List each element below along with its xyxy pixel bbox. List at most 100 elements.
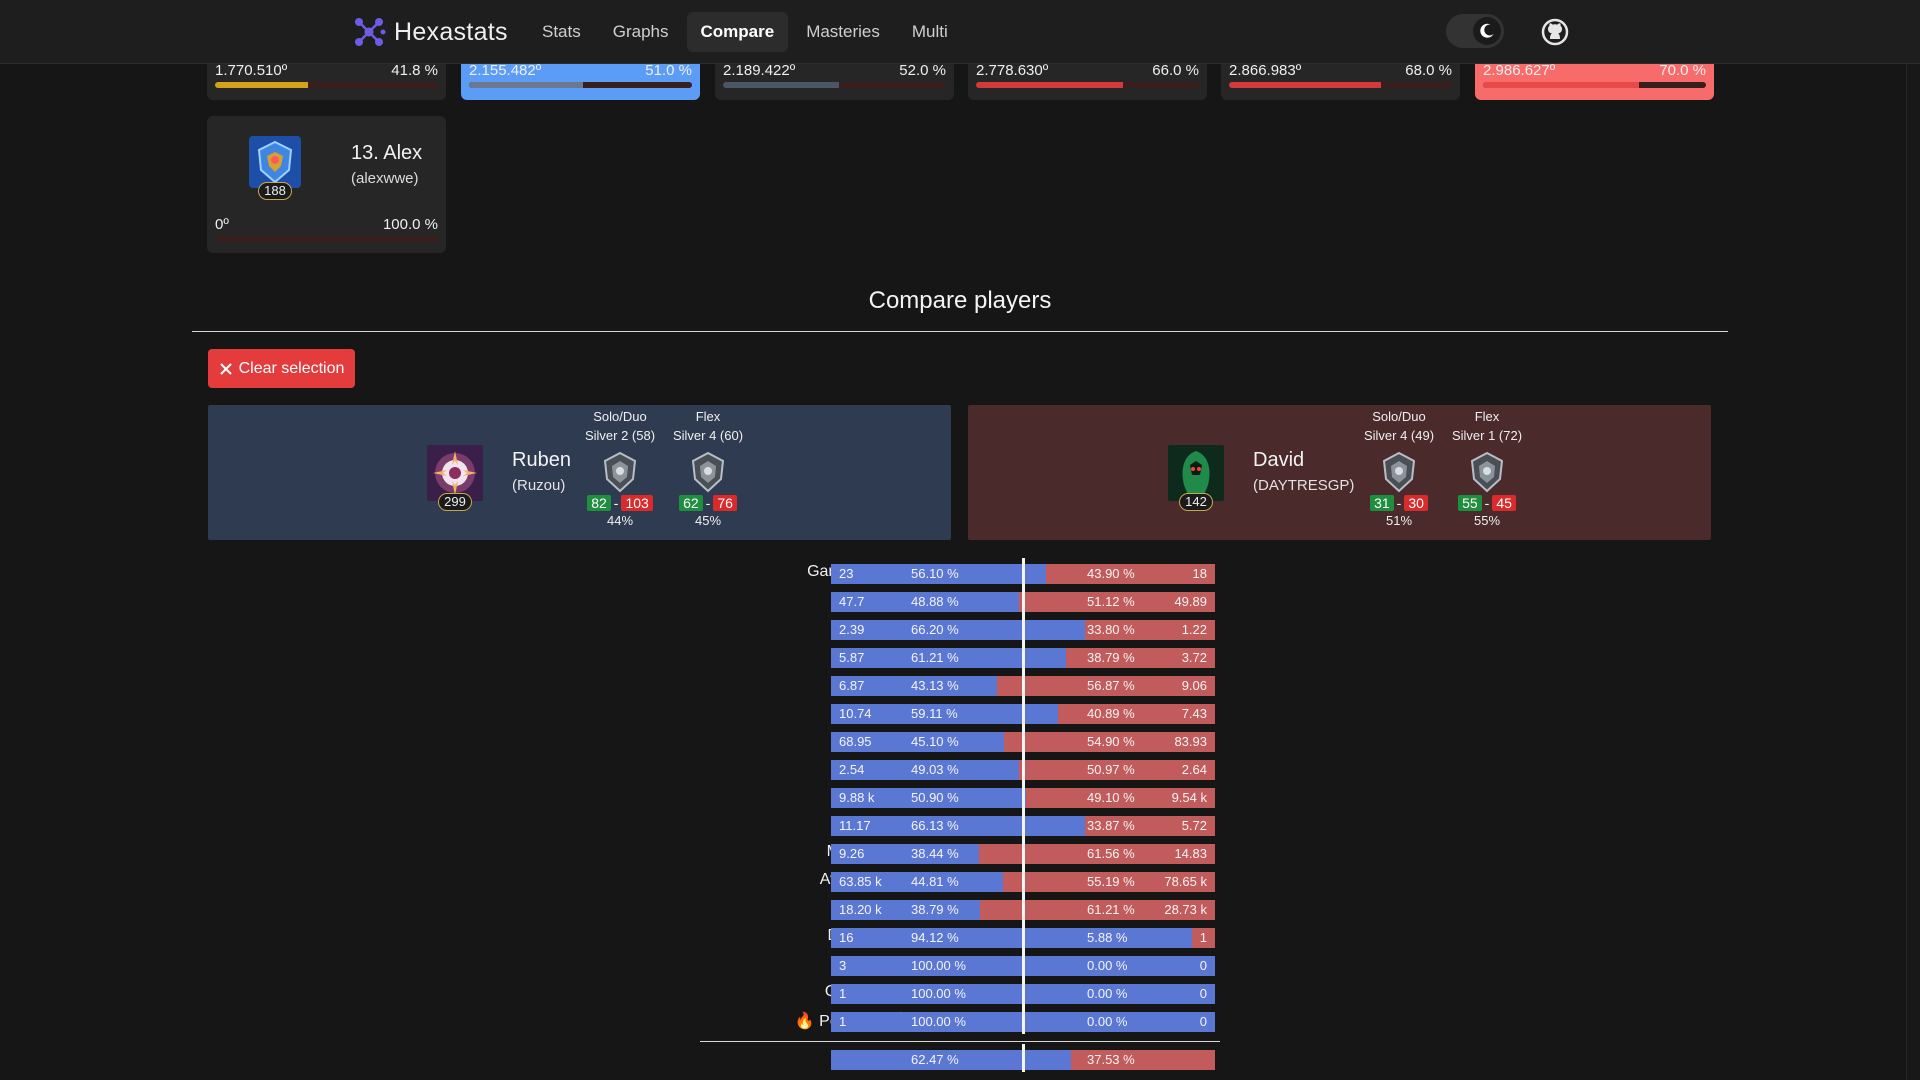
stat-right-percent: 55.19 % bbox=[1087, 874, 1135, 889]
player-card-tag: (alexwwe) bbox=[351, 170, 419, 187]
queue-flex: Flex Silver 1 (72) 55 - 45 55% bbox=[1437, 405, 1537, 528]
progress-card[interactable]: 1.770.510º 41.8 % bbox=[207, 62, 446, 100]
nav-link-compare[interactable]: Compare bbox=[686, 12, 789, 52]
stat-right-percent: 0.00 % bbox=[1087, 986, 1128, 1001]
win-loss: 55 - 45 bbox=[1437, 495, 1537, 511]
player-card-alex[interactable]: 188 13. Alex (alexwwe) 0º 100.0 % bbox=[207, 116, 446, 253]
stat-right-percent: 56.87 % bbox=[1087, 678, 1135, 693]
comparison-row: Double Kills1694.12 %5.88 %1 bbox=[700, 922, 1220, 953]
stat-midline bbox=[1022, 642, 1025, 670]
progress-fill bbox=[469, 82, 583, 88]
stat-left-value: 9.88 k bbox=[839, 790, 875, 805]
comparison-row: Kills5.8761.21 %38.79 %3.72 bbox=[700, 642, 1220, 673]
progress-card[interactable]: 2.189.422º 52.0 % bbox=[715, 62, 954, 100]
stat-right-value: 7.43 bbox=[1181, 706, 1207, 721]
losses-badge: 45 bbox=[1492, 495, 1516, 511]
summoner-level-badge: 142 bbox=[1179, 493, 1213, 511]
stat-right-value: 0 bbox=[1199, 1014, 1207, 1029]
stat-left-percent: 100.00 % bbox=[911, 986, 966, 1001]
queue-name: Flex bbox=[1474, 409, 1500, 424]
stat-left-value: 1 bbox=[839, 1014, 847, 1029]
progress-card-percent: 52.0 % bbox=[899, 62, 946, 79]
stat-midline bbox=[1022, 838, 1025, 866]
stat-left-percent: 61.21 % bbox=[911, 650, 959, 665]
comparison-row: Assists10.7459.11 %40.89 %7.43 bbox=[700, 698, 1220, 729]
stat-left-percent: 56.10 % bbox=[911, 566, 959, 581]
stat-midline bbox=[1022, 866, 1025, 894]
stat-right-value: 83.93 bbox=[1174, 734, 1207, 749]
stat-midline bbox=[1022, 586, 1025, 614]
progress-card[interactable]: 2.866.983º 68.0 % bbox=[1221, 62, 1460, 100]
moon-icon bbox=[1480, 23, 1494, 38]
stat-right-percent: 33.80 % bbox=[1087, 622, 1135, 637]
progress-card[interactable]: 2.986.627º 70.0 % bbox=[1475, 62, 1714, 100]
nav-link-multi[interactable]: Multi bbox=[898, 12, 962, 52]
stat-midline bbox=[1022, 670, 1025, 698]
progress-track bbox=[1229, 82, 1452, 88]
progress-track bbox=[215, 236, 438, 242]
stat-right-value: 28.73 k bbox=[1164, 902, 1207, 917]
brand[interactable]: Hexastats bbox=[352, 14, 508, 50]
theme-toggle[interactable] bbox=[1446, 14, 1504, 48]
github-icon[interactable] bbox=[1541, 18, 1569, 46]
stat-left-value: 63.85 k bbox=[839, 874, 882, 889]
progress-track bbox=[976, 82, 1199, 88]
stat-right-value: 9.54 k bbox=[1171, 790, 1207, 805]
stat-left-percent: 66.20 % bbox=[911, 622, 959, 637]
comparison-total-row: Total62.47 %37.53 % bbox=[700, 1044, 1220, 1075]
stat-left-value: 18.20 k bbox=[839, 902, 882, 917]
progress-card-value: 1.770.510º bbox=[215, 62, 288, 79]
section-divider bbox=[192, 331, 1728, 332]
comparison-row: Quadra Kills1100.00 %0.00 %0 bbox=[700, 978, 1220, 1009]
win-loss: 62 - 76 bbox=[658, 495, 758, 511]
stat-bar-left-fill bbox=[831, 928, 1193, 948]
stat-midline bbox=[1022, 950, 1025, 978]
comparison-row: Avg Tank18.20 k38.79 %61.21 %28.73 k bbox=[700, 894, 1220, 925]
comparison-row: Triple Kills3100.00 %0.00 %0 bbox=[700, 950, 1220, 981]
progress-card[interactable]: 2.155.482º 51.0 % bbox=[461, 62, 700, 100]
page-scrollbar[interactable] bbox=[1906, 0, 1920, 1080]
progress-fill bbox=[1229, 82, 1381, 88]
player-card-name: 13. Alex bbox=[351, 142, 423, 164]
stat-left-percent: 94.12 % bbox=[911, 930, 959, 945]
nav-link-graphs[interactable]: Graphs bbox=[599, 12, 683, 52]
nav-links: Stats Graphs Compare Masteries Multi bbox=[528, 12, 962, 52]
stat-left-value: 1 bbox=[839, 986, 847, 1001]
comparison-row: 🔥 Pentakills 🔥1100.00 %0.00 %0 bbox=[700, 1006, 1220, 1037]
separator: - bbox=[613, 495, 619, 511]
stat-left-percent: 100.00 % bbox=[911, 1014, 966, 1029]
navbar: Hexastats Stats Graphs Compare Masteries… bbox=[0, 0, 1920, 64]
nav-link-stats[interactable]: Stats bbox=[528, 12, 595, 52]
stat-right-value: 49.89 bbox=[1174, 594, 1207, 609]
clear-selection-label: Clear selection bbox=[238, 359, 345, 377]
comparison-row: Max Deaths9.2638.44 %61.56 %14.83 bbox=[700, 838, 1220, 869]
progress-card-value: 2.986.627º bbox=[1483, 62, 1556, 79]
stat-right-value: 5.72 bbox=[1181, 818, 1207, 833]
progress-fill bbox=[723, 82, 839, 88]
stat-midline bbox=[1022, 698, 1025, 726]
queue-name: Flex bbox=[695, 409, 721, 424]
section-title: Compare players bbox=[868, 287, 1052, 314]
progress-track bbox=[469, 82, 692, 88]
wins-badge: 82 bbox=[587, 495, 611, 511]
progress-track bbox=[215, 82, 438, 88]
close-icon bbox=[219, 362, 232, 375]
total-right-percent: 37.53 % bbox=[1087, 1052, 1135, 1067]
queue-winrate: 51% bbox=[1385, 513, 1413, 528]
brand-name: Hexastats bbox=[394, 17, 508, 46]
stat-right-percent: 61.56 % bbox=[1087, 846, 1135, 861]
stat-left-value: 6.87 bbox=[839, 678, 865, 693]
progress-card-percent: 68.0 % bbox=[1405, 62, 1452, 79]
nav-link-masteries[interactable]: Masteries bbox=[792, 12, 894, 52]
summoner-level-badge: 188 bbox=[258, 182, 292, 200]
stat-left-percent: 50.90 % bbox=[911, 790, 959, 805]
stat-right-percent: 49.10 % bbox=[1087, 790, 1135, 805]
stat-right-value: 2.64 bbox=[1181, 762, 1207, 777]
wins-badge: 31 bbox=[1370, 495, 1394, 511]
progress-card-percent: 66.0 % bbox=[1152, 62, 1199, 79]
progress-card[interactable]: 2.778.630º 66.0 % bbox=[968, 62, 1207, 100]
stat-midline bbox=[1022, 558, 1025, 586]
stat-midline bbox=[1022, 754, 1025, 782]
clear-selection-button[interactable]: Clear selection bbox=[208, 349, 355, 388]
queue-rank: Silver 1 (72) bbox=[1451, 428, 1523, 443]
